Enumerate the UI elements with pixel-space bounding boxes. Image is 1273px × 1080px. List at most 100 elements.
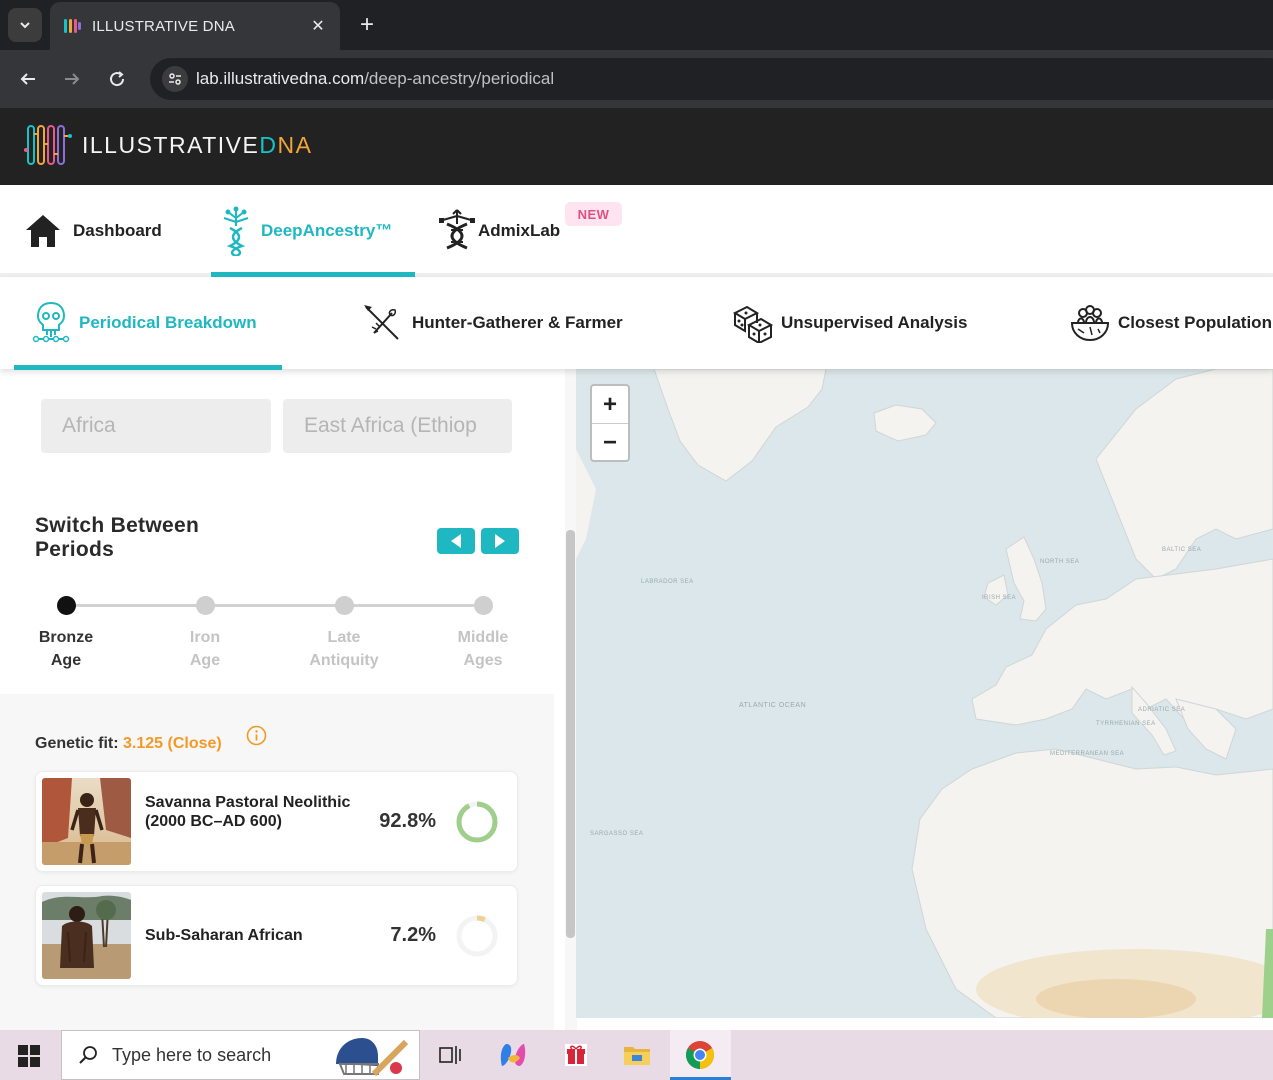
chrome-icon xyxy=(686,1041,714,1069)
sub-nav: Periodical Breakdown Hunter-Gatherer & F… xyxy=(0,277,1273,370)
component-percent-ring xyxy=(456,801,498,843)
task-view-icon xyxy=(439,1046,461,1064)
map-label-atlantic-ocean: ATLANTIC OCEAN xyxy=(739,702,806,709)
admix-dna-icon xyxy=(439,209,475,250)
timeline-dot-bronze-age[interactable] xyxy=(57,596,76,615)
dna-tree-icon xyxy=(223,206,249,256)
subregion-field[interactable]: East Africa (Ethiop xyxy=(283,399,512,453)
url-host: lab.illustrativedna.com xyxy=(196,69,365,88)
favicon-icon xyxy=(64,19,81,33)
file-explorer-button[interactable] xyxy=(622,1040,652,1070)
next-period-button[interactable] xyxy=(481,528,519,554)
nav-admixlab-label: AdmixLab xyxy=(478,221,561,240)
tab-title: ILLUSTRATIVE DNA xyxy=(92,17,235,35)
ring-track xyxy=(456,915,498,957)
browser-tab[interactable]: ILLUSTRATIVE DNA ✕ xyxy=(50,2,340,50)
timeline-label-iron-age[interactable]: Iron Age xyxy=(155,626,255,672)
logo-text: ILLUSTRATIVEDNA xyxy=(82,132,312,159)
timeline-label-line2: Age xyxy=(189,652,221,669)
map-label-tyrrhenian-sea: TYRRHENIAN SEA xyxy=(1096,721,1156,727)
zoom-in-button[interactable]: + xyxy=(592,386,628,423)
component-name: Savanna Pastoral Neolithic (2000 BC–AD 6… xyxy=(145,794,351,830)
timeline-label-line2: Ages xyxy=(463,652,503,669)
arrow-right-icon xyxy=(65,73,80,85)
triangle-right-icon xyxy=(495,534,505,548)
tab-periodical-breakdown[interactable]: Periodical Breakdown xyxy=(32,295,257,351)
new-tab-button[interactable]: + xyxy=(352,10,382,40)
dice-icon xyxy=(733,305,773,343)
genetic-fit-value: 3.125 (Close) xyxy=(123,735,222,752)
ancestry-component-card[interactable]: Sub-Saharan African 7.2% xyxy=(35,885,518,986)
nav-dashboard[interactable]: Dashboard xyxy=(24,203,162,259)
windows-start-icon[interactable] xyxy=(18,1045,40,1067)
logo-text-main: ILLUSTRATIVE xyxy=(82,131,260,158)
map-label-baltic-sea: BALTIC SEA xyxy=(1162,547,1201,553)
browser-toolbar: lab.illustrativedna.com/deep-ancestry/pe… xyxy=(0,50,1273,108)
map-label-adriatic-sea: ADRIATIC SEA xyxy=(1138,707,1185,713)
chrome-taskbar-button[interactable] xyxy=(685,1040,715,1070)
back-button[interactable] xyxy=(13,64,43,94)
genetic-fit-label: Genetic fit: xyxy=(35,735,119,752)
logo-text-na: NA xyxy=(277,131,313,158)
copilot-icon xyxy=(500,1044,526,1066)
left-panel: Africa East Africa (Ethiop Switch Betwee… xyxy=(0,369,554,1030)
windows-taskbar: Type here to search xyxy=(0,1030,1273,1080)
nav-dashboard-label: Dashboard xyxy=(73,221,162,240)
search-icon xyxy=(79,1046,97,1064)
ancestry-component-card[interactable]: Savanna Pastoral Neolithic (2000 BC–AD 6… xyxy=(35,771,518,872)
browser-tab-bar: ILLUSTRATIVE DNA ✕ + xyxy=(0,0,1273,50)
home-icon xyxy=(26,215,60,247)
tab-periodical-breakdown-label: Periodical Breakdown xyxy=(79,313,257,332)
reload-icon xyxy=(110,71,125,87)
zoom-out-button[interactable]: − xyxy=(592,424,628,461)
map-view[interactable]: LABRADOR SEA NORTH SEA BALTIC SEA IRISH … xyxy=(576,369,1273,1018)
chevron-down-icon xyxy=(20,22,30,29)
site-logo[interactable]: ILLUSTRATIVEDNA xyxy=(24,120,312,170)
reload-button[interactable] xyxy=(102,64,132,94)
timeline-dot-middle-ages[interactable] xyxy=(474,596,493,615)
logo-text-d: D xyxy=(259,131,278,158)
component-image xyxy=(42,778,131,865)
gift-app-button[interactable] xyxy=(561,1040,591,1070)
nav-deepancestry-label: DeepAncestry™ xyxy=(261,221,393,240)
nav-admixlab[interactable]: AdmixLab xyxy=(437,203,560,259)
spear-icon xyxy=(364,305,399,340)
tab-hunter-gatherer-farmer[interactable]: Hunter-Gatherer & Farmer xyxy=(362,295,623,351)
timeline-dot-iron-age[interactable] xyxy=(196,596,215,615)
timeline-track xyxy=(66,604,484,607)
tab-hunter-gatherer-farmer-label: Hunter-Gatherer & Farmer xyxy=(412,313,623,332)
previous-period-button[interactable] xyxy=(437,528,475,554)
timeline-label-line2: Antiquity xyxy=(309,652,379,669)
switch-periods-title: Switch Between Periods xyxy=(35,514,200,561)
folder-icon xyxy=(624,1047,650,1065)
close-tab-icon[interactable]: ✕ xyxy=(308,16,328,36)
component-percent: 7.2% xyxy=(390,924,436,946)
map-zoom-control: + − xyxy=(590,384,630,462)
cricket-helmet-icon xyxy=(336,1038,409,1077)
task-view-button[interactable] xyxy=(435,1040,465,1070)
tab-search-button[interactable] xyxy=(8,8,42,42)
forward-button[interactable] xyxy=(57,64,87,94)
timeline-label-late-antiquity[interactable]: Late Antiquity xyxy=(294,626,394,672)
timeline-dot-late-antiquity[interactable] xyxy=(335,596,354,615)
triangle-left-icon xyxy=(451,534,461,548)
component-percent: 92.8% xyxy=(379,810,436,832)
copilot-button[interactable] xyxy=(498,1040,528,1070)
site-info-icon[interactable] xyxy=(162,66,188,92)
arrow-left-icon xyxy=(20,73,35,85)
timeline-label-line1: Bronze xyxy=(38,629,94,646)
taskbar-search-box[interactable]: Type here to search xyxy=(61,1030,420,1080)
left-panel-scrollbar-thumb[interactable] xyxy=(566,530,575,938)
tab-closest-population[interactable]: Closest Population xyxy=(1070,295,1272,351)
region-field[interactable]: Africa xyxy=(41,399,271,453)
address-bar[interactable]: lab.illustrativedna.com/deep-ancestry/pe… xyxy=(150,58,1273,100)
timeline-label-bronze-age[interactable]: Bronze Age xyxy=(16,626,116,672)
sub-nav-active-indicator xyxy=(14,365,282,370)
timeline-label-middle-ages[interactable]: Middle Ages xyxy=(433,626,533,672)
dna-logo-icon xyxy=(24,125,72,165)
genetic-fit: Genetic fit: 3.125 (Close) xyxy=(35,735,222,753)
info-icon[interactable] xyxy=(246,725,267,746)
nav-deepancestry[interactable]: DeepAncestry™ xyxy=(218,203,392,259)
tab-unsupervised-analysis[interactable]: Unsupervised Analysis xyxy=(733,295,967,351)
tab-unsupervised-analysis-label: Unsupervised Analysis xyxy=(781,313,968,332)
